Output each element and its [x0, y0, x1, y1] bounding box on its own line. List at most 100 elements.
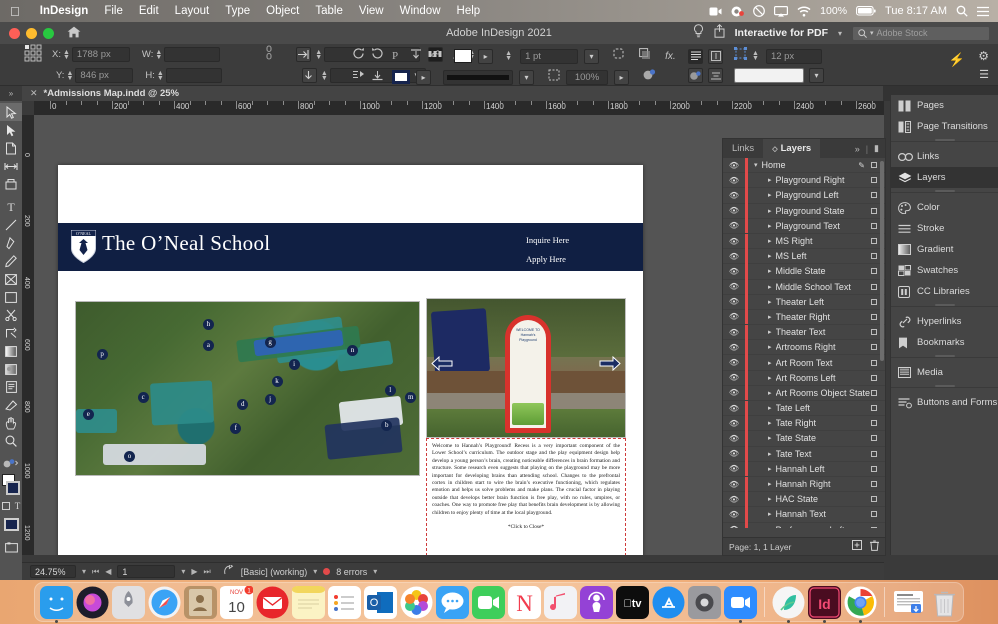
layer-row[interactable]: 👁 ▸ Art Rooms Left [723, 370, 885, 386]
note-tool[interactable] [0, 378, 22, 396]
control-center-icon[interactable] [977, 6, 989, 17]
dock-item-bookmarks[interactable]: Bookmarks [891, 332, 998, 353]
layer-target-checkbox[interactable] [871, 313, 877, 320]
eye-icon[interactable]: 👁 [723, 328, 745, 337]
eye-icon[interactable]: 👁 [723, 237, 745, 246]
chevron-right-icon[interactable]: ▸ [768, 313, 772, 321]
chevron-right-icon[interactable]: ▸ [768, 298, 772, 306]
line-tool[interactable] [0, 216, 22, 234]
chevron-right-icon[interactable]: ▸ [768, 328, 772, 336]
quick-apply-swatch-icon[interactable] [688, 68, 703, 83]
corner-size-stepper[interactable]: ▲ ▼ [752, 50, 759, 62]
rectangle-tool[interactable] [0, 288, 22, 306]
chevron-right-icon[interactable]: ▸ [768, 267, 772, 275]
page-dropdown-icon[interactable]: ▾ [181, 567, 185, 576]
menu-indesign[interactable]: InDesign [32, 5, 97, 17]
minimize-button[interactable] [26, 27, 37, 39]
dock-app-news[interactable]: N [508, 585, 541, 619]
dock-app-zoom[interactable] [724, 585, 757, 623]
chevron-right-icon[interactable]: ▸ [768, 343, 772, 351]
layer-target-checkbox[interactable] [871, 435, 877, 442]
align-center-icon[interactable] [708, 68, 723, 83]
screen-record-icon[interactable] [709, 6, 722, 17]
dock-app-trash[interactable] [928, 586, 961, 619]
eye-icon[interactable]: 👁 [723, 343, 745, 352]
gradient-chip-icon[interactable] [456, 67, 468, 85]
dock-item-hyperlinks[interactable]: Hyperlinks [891, 311, 998, 332]
gap-tool[interactable] [0, 157, 22, 175]
character-format-icon[interactable] [708, 48, 723, 64]
dock-app-siri[interactable] [76, 586, 109, 619]
layer-target-checkbox[interactable] [871, 268, 877, 275]
frame-tool[interactable] [0, 270, 22, 288]
color-theme-tool[interactable] [0, 396, 22, 414]
paragraph-format-icon[interactable] [688, 48, 703, 64]
gear-icon[interactable]: ⚙ [978, 49, 989, 63]
inquire-here-link[interactable]: Inquire Here [526, 235, 569, 245]
flip-vertical-icon[interactable] [301, 68, 317, 83]
free-transform-tool[interactable] [0, 324, 22, 342]
map-hotspot-g[interactable]: g [264, 336, 276, 348]
x-stepper[interactable]: ▲ ▼ [63, 49, 70, 61]
layer-target-checkbox[interactable] [871, 238, 877, 245]
eye-icon[interactable]: 👁 [723, 525, 745, 528]
corner-size-field[interactable]: 12 px [765, 48, 822, 64]
chevron-right-icon[interactable]: ▸ [768, 419, 772, 427]
next-arrow-icon[interactable] [599, 355, 621, 372]
gradient-preview-dropdown[interactable]: ▾ [809, 68, 824, 83]
map-hotspot-h[interactable]: h [202, 319, 214, 331]
apply-here-link[interactable]: Apply Here [526, 254, 566, 264]
chevron-right-icon[interactable]: ▸ [768, 207, 772, 215]
apple-icon[interactable]:  [10, 4, 20, 19]
chevron-right-icon[interactable]: ▸ [768, 389, 772, 397]
horizontal-ruler[interactable]: 0 200 400 600 800 1000 1200 1400 1600 1800 2000 220… [22, 101, 884, 115]
eye-icon[interactable]: 👁 [723, 267, 745, 276]
h-field[interactable] [165, 68, 222, 83]
type-tool[interactable]: T [0, 198, 22, 216]
w-field[interactable] [164, 47, 221, 62]
map-hotspot-i[interactable]: i [288, 359, 300, 371]
menu-window[interactable]: Window [392, 5, 449, 17]
pencil-tool[interactable] [0, 252, 22, 270]
page-number-field[interactable]: 1 [117, 565, 176, 578]
dock-app-safari[interactable] [148, 586, 181, 619]
layer-target-checkbox[interactable] [871, 389, 877, 396]
eye-icon[interactable]: 👁 [723, 206, 745, 215]
menu-layout[interactable]: Layout [167, 5, 218, 17]
chevron-right-icon[interactable]: ▸ [768, 237, 772, 245]
preflight-profile-label[interactable]: [Basic] (working) [241, 567, 308, 577]
workspace-selector[interactable]: Interactive for PDF [735, 27, 828, 39]
dock-app-downloads-stack[interactable] [892, 586, 925, 619]
y-stepper[interactable]: ▲ ▼ [66, 70, 73, 82]
layer-target-checkbox[interactable] [871, 511, 877, 518]
layer-target-checkbox[interactable] [871, 465, 877, 472]
scissors-tool[interactable] [0, 306, 22, 324]
menu-help[interactable]: Help [449, 5, 489, 17]
trash-icon[interactable] [870, 540, 879, 553]
map-hotspot-o[interactable]: o [124, 450, 136, 462]
first-page-icon[interactable]: ⏮ [92, 567, 99, 577]
scale-y-stepper[interactable]: ▲ ▼ [321, 70, 328, 82]
ruler-origin[interactable] [22, 101, 34, 115]
menu-file[interactable]: File [96, 5, 131, 17]
rotate-field[interactable] [324, 47, 421, 62]
panel-scrollbar[interactable] [880, 161, 884, 361]
lightbulb-icon[interactable] [693, 23, 704, 43]
layer-row[interactable]: 👁 ▸ Art Room Text [723, 355, 885, 371]
tab-layers[interactable]: ◇ Layers [763, 139, 821, 158]
dock-item-pages[interactable]: Pages [891, 95, 998, 116]
dock-item-buttons-and-forms[interactable]: Buttons and Forms [891, 392, 998, 413]
dock-app-messages[interactable] [436, 585, 469, 619]
layer-target-checkbox[interactable] [871, 162, 877, 169]
flip-horizontal-icon[interactable] [296, 47, 312, 62]
layer-target-checkbox[interactable] [871, 253, 877, 260]
battery-icon[interactable] [856, 6, 876, 16]
camera-icon[interactable] [731, 6, 745, 17]
eye-icon[interactable]: 👁 [723, 419, 745, 428]
gradient-preview-field[interactable] [734, 68, 804, 83]
home-icon[interactable] [67, 26, 81, 41]
dock-app-mail[interactable] [256, 586, 289, 619]
dock-item-swatches[interactable]: Swatches [891, 260, 998, 281]
menu-table[interactable]: Table [307, 5, 351, 17]
playground-text-frame[interactable]: Welcome to Hannah’s Playground! Recess i… [426, 438, 626, 555]
